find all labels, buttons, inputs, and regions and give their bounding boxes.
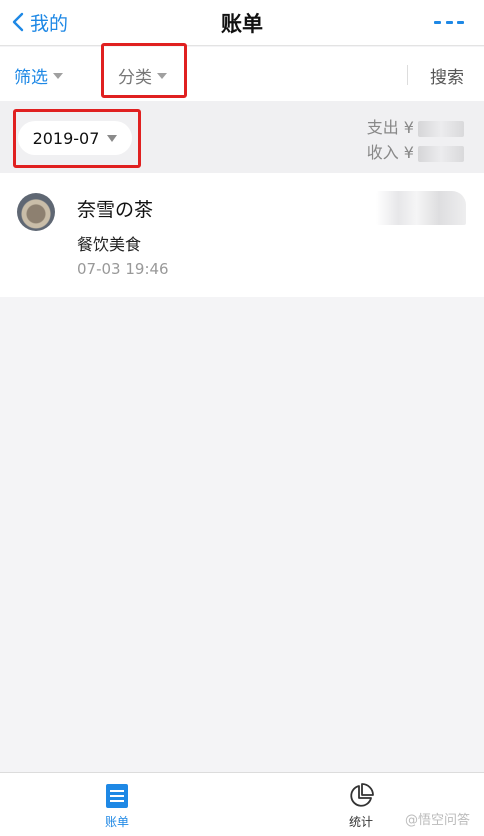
income-summary: 收入 ¥ — [367, 140, 464, 165]
highlight-box-category — [101, 43, 187, 98]
transaction-category: 餐饮美食 — [77, 235, 142, 254]
filter-bar: 筛选 分类 搜索 — [0, 47, 484, 101]
transaction-row[interactable]: 奈雪の茶 餐饮美食 07-03 19:46 — [0, 173, 484, 297]
redacted-amount — [376, 191, 466, 225]
tab-bill-label: 账单 — [104, 815, 129, 829]
highlight-box-month — [13, 109, 141, 168]
redacted-amount — [418, 145, 464, 162]
nav-bar: 我的 账单 — [0, 0, 484, 46]
redacted-amount — [418, 120, 464, 137]
merchant-name: 奈雪の茶 — [77, 199, 154, 221]
filter-button[interactable]: 筛选 — [14, 63, 63, 88]
tab-stats[interactable]: 统计 — [331, 783, 391, 830]
pie-chart-icon — [350, 783, 374, 807]
tab-bar: 账单 统计 @悟空问答 — [0, 772, 484, 836]
filter-label: 筛选 — [14, 68, 48, 88]
bill-icon — [106, 784, 128, 808]
tab-bill[interactable]: 账单 — [87, 783, 147, 830]
expense-label: 支出 ¥ — [366, 118, 414, 137]
search-button[interactable]: 搜索 — [430, 63, 464, 88]
expense-summary: 支出 ¥ — [367, 115, 464, 140]
divider — [407, 65, 408, 85]
more-options-icon[interactable] — [434, 12, 464, 32]
merchant-avatar — [17, 193, 55, 231]
transaction-time: 07-03 19:46 — [77, 260, 169, 278]
watermark: @悟空问答 — [404, 813, 470, 828]
tab-stats-label: 统计 — [348, 815, 373, 829]
income-label: 收入 ¥ — [366, 143, 414, 162]
page-title: 账单 — [221, 12, 263, 36]
dropdown-arrow-icon — [53, 72, 63, 79]
month-summary: 支出 ¥ 收入 ¥ — [367, 115, 464, 165]
